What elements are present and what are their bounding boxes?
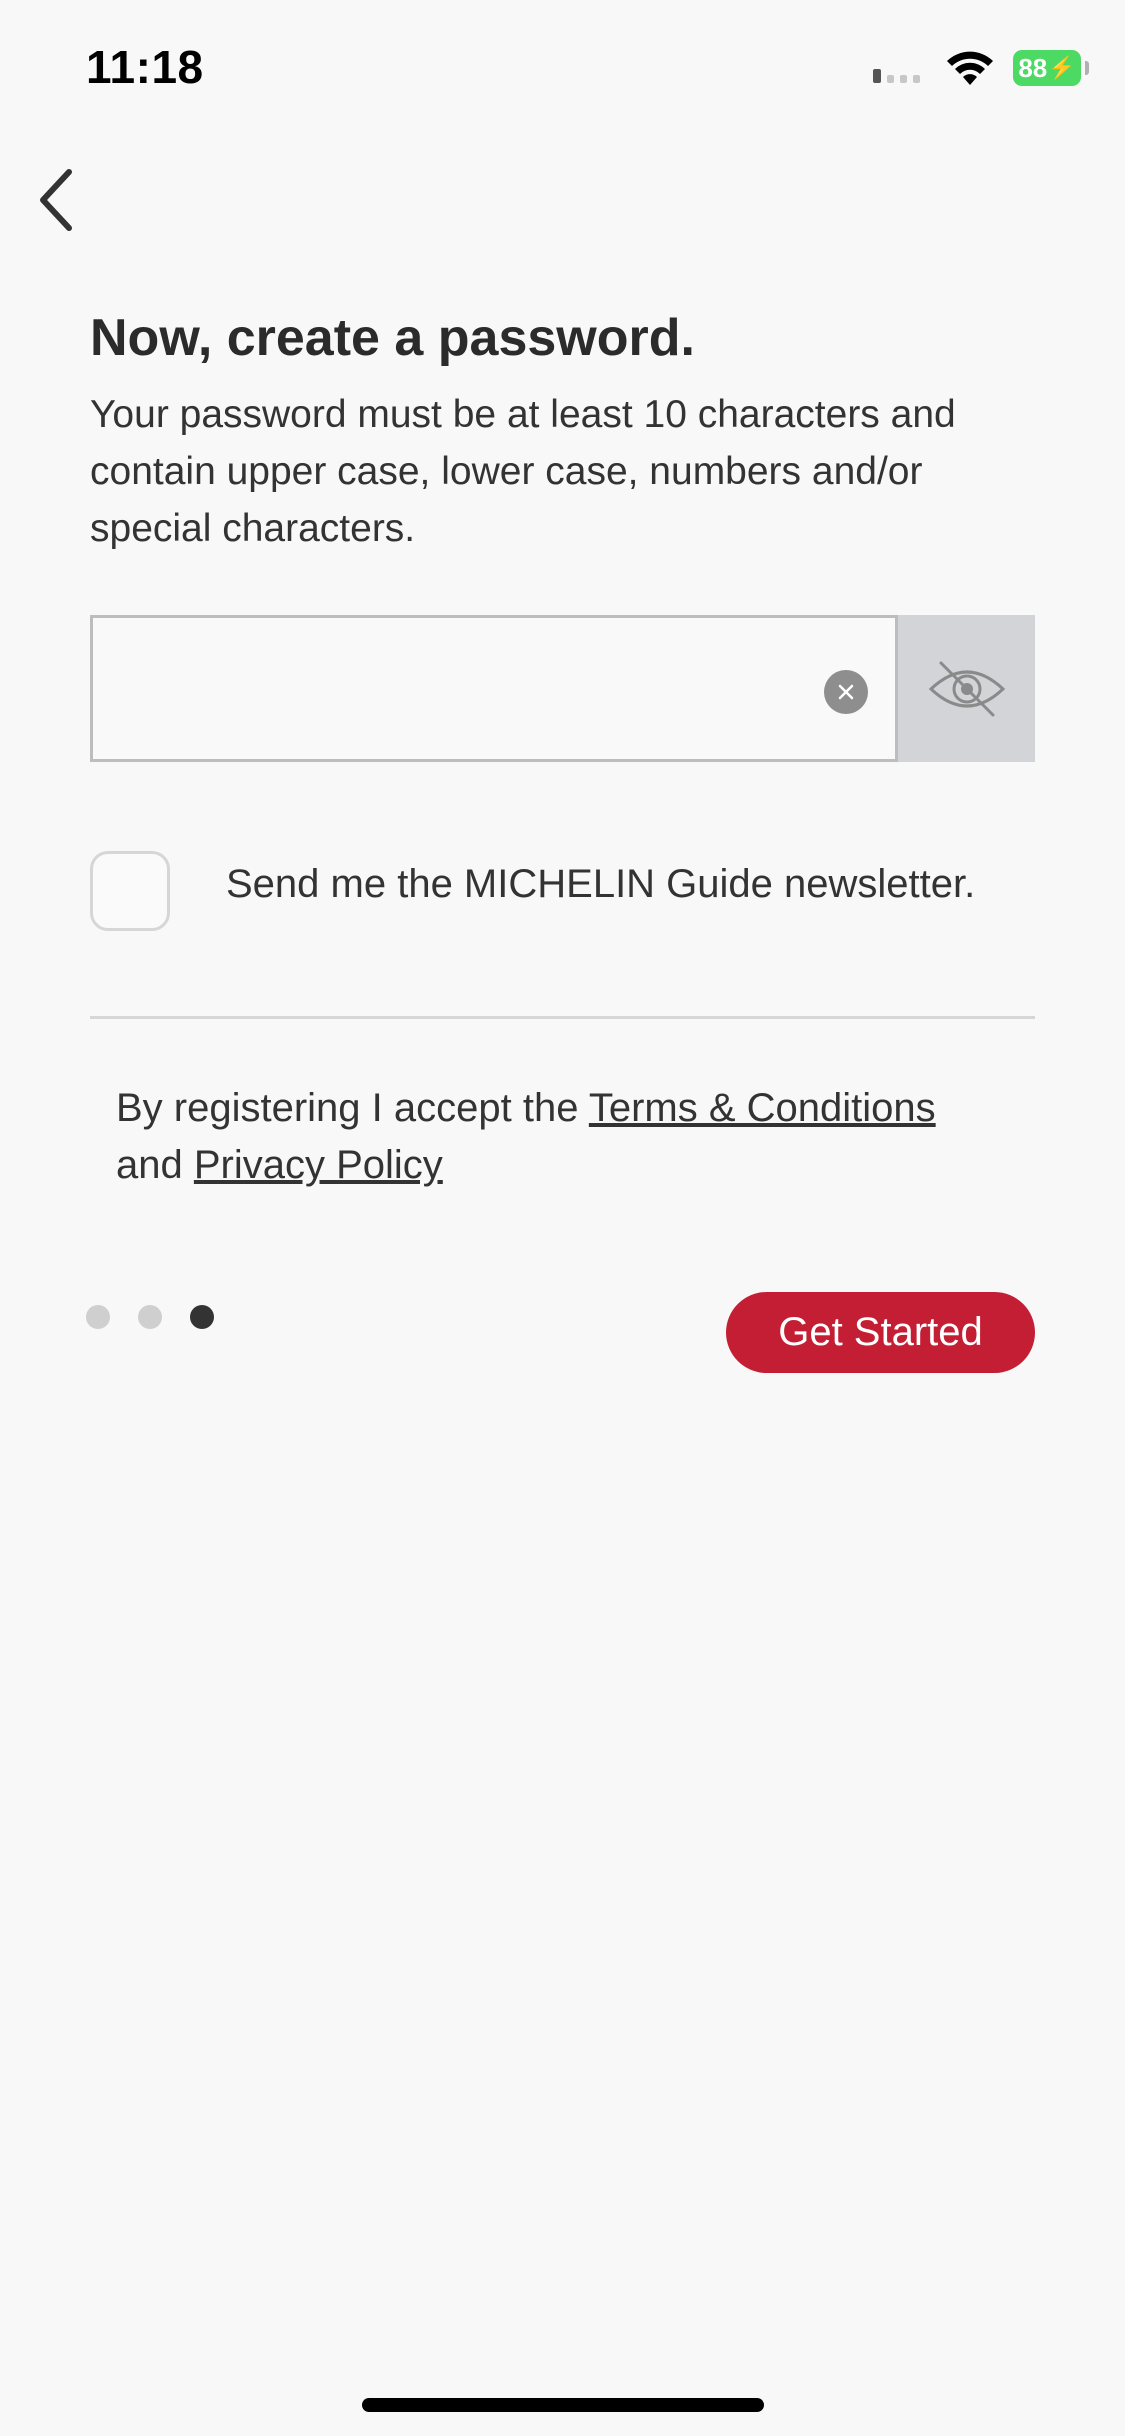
newsletter-checkbox[interactable]: [90, 851, 170, 931]
status-time: 11:18: [86, 41, 204, 93]
status-icons: 88 ⚡: [871, 46, 1089, 90]
privacy-policy-link[interactable]: Privacy Policy: [194, 1143, 443, 1187]
divider: [90, 1016, 1035, 1019]
clear-icon: [838, 684, 854, 700]
back-button[interactable]: [20, 160, 90, 240]
newsletter-label: Send me the MICHELIN Guide newsletter.: [226, 862, 976, 906]
create-password-screen: 11:18 88 ⚡ Now, create a password. Your p…: [0, 0, 1125, 2436]
wifi-icon: [947, 51, 993, 85]
terms-text: By registering I accept the Terms & Cond…: [116, 1080, 1016, 1194]
cellular-signal-icon: [873, 69, 920, 83]
page-title: Now, create a password.: [90, 309, 695, 367]
get-started-button[interactable]: Get Started: [726, 1292, 1035, 1373]
page-dot-1: [86, 1305, 110, 1329]
terms-middle: and: [116, 1143, 194, 1187]
password-requirements-text: Your password must be at least 10 charac…: [90, 393, 956, 550]
terms-conditions-link[interactable]: Terms & Conditions: [589, 1086, 936, 1130]
password-visibility-toggle[interactable]: [898, 615, 1035, 762]
eye-slash-icon: [928, 661, 1005, 716]
battery-level: 88: [1018, 52, 1048, 83]
password-input[interactable]: [113, 618, 817, 761]
page-dot-2: [138, 1305, 162, 1329]
terms-prefix: By registering I accept the: [116, 1086, 589, 1130]
bolt-icon: ⚡: [1048, 55, 1076, 80]
home-indicator[interactable]: [362, 2398, 764, 2412]
page-dot-3-active: [190, 1305, 214, 1329]
battery-charging-icon: 88 ⚡: [1013, 50, 1089, 86]
password-field[interactable]: [90, 615, 898, 762]
clear-button[interactable]: [824, 670, 868, 714]
chevron-left-icon: [40, 169, 72, 231]
battery-cap: [1085, 61, 1089, 75]
page-indicator: [86, 1305, 214, 1329]
